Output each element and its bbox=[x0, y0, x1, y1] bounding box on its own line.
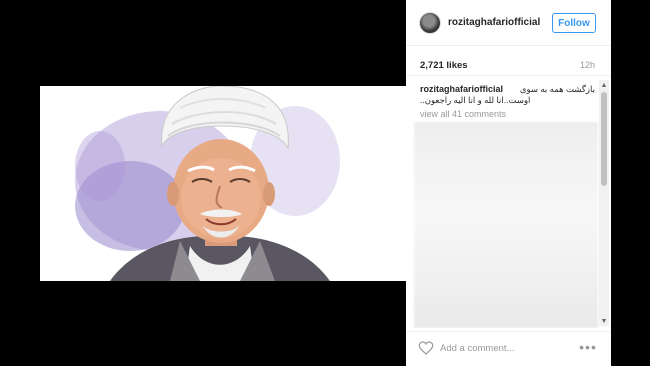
post-header: rozitaghafariofficial Follow bbox=[406, 0, 611, 46]
scroll-down-arrow-icon[interactable]: ▼ bbox=[599, 316, 609, 326]
follow-button[interactable]: Follow bbox=[552, 13, 596, 33]
comments-scrollbar[interactable]: ▲ ▼ bbox=[599, 80, 609, 326]
post-side-panel: rozitaghafariofficial Follow 2,721 likes… bbox=[406, 0, 611, 366]
post-time[interactable]: 12h bbox=[580, 60, 595, 70]
add-comment-input[interactable] bbox=[440, 340, 568, 357]
media-pane bbox=[0, 0, 406, 366]
right-backdrop bbox=[611, 0, 650, 366]
likes-row: 2,721 likes 12h bbox=[406, 46, 611, 76]
add-comment-row: ••• bbox=[406, 331, 611, 366]
more-options-icon[interactable]: ••• bbox=[578, 339, 598, 355]
avatar[interactable] bbox=[419, 12, 441, 34]
comments-section: rozitaghafariofficial بازگشت همه به سوی … bbox=[406, 80, 611, 328]
portrait-illustration bbox=[40, 86, 406, 281]
view-all-comments-link[interactable]: view all 41 comments bbox=[420, 109, 506, 119]
caption-text-line1: بازگشت همه به سوی bbox=[519, 84, 595, 94]
scroll-thumb[interactable] bbox=[601, 92, 607, 186]
post-image[interactable] bbox=[40, 86, 406, 281]
caption-text-line2: اوست..انا لله و انا الیه راجعون.. bbox=[420, 95, 531, 105]
blurred-comments-area bbox=[414, 122, 598, 328]
caption-username[interactable]: rozitaghafariofficial bbox=[420, 84, 503, 94]
scroll-up-arrow-icon[interactable]: ▲ bbox=[599, 80, 609, 90]
heart-icon[interactable] bbox=[418, 340, 434, 356]
likes-count[interactable]: 2,721 likes bbox=[420, 60, 468, 71]
username-link[interactable]: rozitaghafariofficial bbox=[448, 17, 540, 28]
